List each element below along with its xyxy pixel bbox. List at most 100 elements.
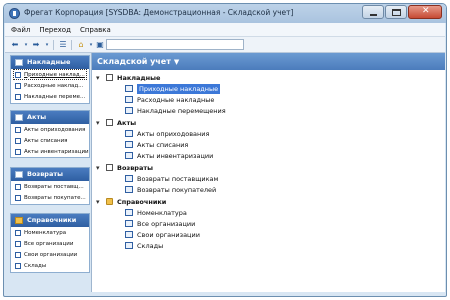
- tree-item[interactable]: Возвраты поставщикам: [125, 173, 218, 184]
- document-icon: [106, 74, 113, 81]
- tree-section[interactable]: ▾ Акты: [96, 117, 136, 128]
- tree-item[interactable]: Акты списания: [125, 139, 188, 150]
- collapse-icon[interactable]: ▾: [96, 164, 103, 172]
- tree-item-label: Расходные накладные: [137, 95, 215, 104]
- chevron-down-icon[interactable]: ▼: [174, 58, 179, 66]
- forward-dropdown-icon[interactable]: ▾: [41, 39, 53, 51]
- minimize-icon: [370, 14, 377, 16]
- nav-item[interactable]: Возвраты покупате...: [11, 192, 89, 203]
- tree-item-label: Возвраты поставщикам: [137, 174, 219, 183]
- toolbar-separator: [71, 40, 72, 50]
- nav-group-header[interactable]: Возвраты: [11, 168, 89, 181]
- menu-help[interactable]: Справка: [80, 26, 111, 34]
- nav-item-label: Акты инвентаризации: [24, 148, 89, 155]
- address-input[interactable]: [106, 39, 244, 50]
- document-icon: [15, 194, 21, 201]
- folder-icon: [106, 198, 113, 205]
- maximize-icon: [392, 9, 401, 16]
- document-icon: [125, 242, 133, 249]
- tree-section[interactable]: ▾ Накладные: [96, 72, 160, 83]
- document-icon: [15, 183, 21, 190]
- document-icon: [106, 119, 113, 126]
- tree-item-label: Все организации: [137, 219, 196, 228]
- nav-group-header[interactable]: Справочники: [11, 214, 89, 227]
- tree-item-label: Акты списания: [137, 140, 189, 149]
- tree-item-label: Возвраты покупателей: [137, 185, 217, 194]
- close-button[interactable]: ✕: [408, 5, 442, 19]
- nav-item[interactable]: Возвраты поставщ...: [11, 181, 89, 192]
- nav-item[interactable]: Акты списания: [11, 135, 89, 146]
- tree-item[interactable]: Возвраты покупателей: [125, 184, 216, 195]
- collapse-icon[interactable]: ▾: [96, 198, 103, 206]
- nav-item[interactable]: Расходные наклад...: [11, 80, 89, 91]
- nav-item-label: Свои организации: [24, 251, 78, 258]
- menu-file[interactable]: Файл: [11, 26, 30, 34]
- tree-item[interactable]: Склады: [125, 240, 163, 251]
- list-view-icon[interactable]: ☰: [57, 39, 69, 51]
- nav-item-label: Склады: [24, 262, 47, 269]
- collapse-icon[interactable]: ▾: [96, 74, 103, 82]
- nav-group-header[interactable]: Акты: [11, 111, 89, 124]
- tree-item[interactable]: Акты оприходования: [125, 128, 209, 139]
- nav-group-returns: Возвраты Возвраты поставщ... Возвраты по…: [10, 167, 90, 205]
- document-icon: [15, 262, 21, 269]
- document-icon: [15, 126, 21, 133]
- minimize-button[interactable]: [362, 5, 384, 19]
- document-icon: [125, 96, 133, 103]
- nav-group-directories: Справочники Номенклатура Все организации…: [10, 213, 90, 273]
- nav-item-label: Акты оприходования: [24, 126, 86, 133]
- nav-item[interactable]: Накладные переме...: [11, 91, 89, 102]
- nav-item-label: Возвраты поставщ...: [24, 183, 84, 190]
- tree-section-title: Акты: [117, 118, 137, 127]
- tree-section-title: Возвраты: [117, 163, 153, 172]
- tree-item-label: Накладные перемещения: [137, 106, 226, 115]
- nav-group-header[interactable]: Накладные: [11, 56, 89, 69]
- menu-navigate[interactable]: Переход: [39, 26, 71, 34]
- document-icon: [125, 209, 133, 216]
- panel-icon[interactable]: ▣: [94, 39, 106, 51]
- app-icon[interactable]: [9, 8, 20, 19]
- document-icon: [125, 175, 133, 182]
- tree-section-title: Справочники: [117, 197, 167, 206]
- nav-item-label: Все организации: [24, 240, 74, 247]
- tree-item[interactable]: Свои организации: [125, 229, 200, 240]
- document-icon: [15, 93, 21, 100]
- document-icon: [125, 152, 133, 159]
- nav-group-title: Возвраты: [27, 170, 63, 178]
- document-icon: [15, 171, 23, 178]
- document-icon: [15, 71, 21, 78]
- tree-section[interactable]: ▾ Возвраты: [96, 162, 153, 173]
- document-icon: [15, 229, 21, 236]
- tree-item[interactable]: Номенклатура: [125, 207, 187, 218]
- tree-item[interactable]: Все организации: [125, 218, 195, 229]
- tree-item-label: Приходные накладные: [137, 83, 221, 94]
- title-bar[interactable]: Фрегат Корпорация [SYSDBA: Демонстрацион…: [4, 4, 446, 23]
- document-icon: [106, 164, 113, 171]
- nav-item[interactable]: Акты инвентаризации: [11, 146, 89, 157]
- tree-section[interactable]: ▾ Справочники: [96, 196, 166, 207]
- tree-section-title: Накладные: [117, 73, 161, 82]
- document-icon: [15, 137, 21, 144]
- main-header[interactable]: Складской учет ▼: [92, 53, 445, 70]
- main-panel: Складской учет ▼ ▾ Накладные Приходные нак…: [91, 53, 445, 292]
- tree-item[interactable]: Расходные накладные: [125, 94, 214, 105]
- toolbar: ⬅ ▾ ➡ ▾ ☰ ⌂ ▾ ▣: [5, 37, 445, 53]
- nav-item[interactable]: Склады: [11, 260, 89, 271]
- tree-item[interactable]: Накладные перемещения: [125, 105, 226, 116]
- nav-item[interactable]: Номенклатура: [11, 227, 89, 238]
- maximize-button[interactable]: [385, 5, 407, 19]
- tree-item-label: Склады: [137, 241, 164, 250]
- window-controls: ✕: [362, 5, 442, 19]
- nav-item[interactable]: Свои организации: [11, 249, 89, 260]
- main-title: Складской учет: [97, 57, 171, 66]
- document-icon: [125, 141, 133, 148]
- collapse-icon[interactable]: ▾: [96, 119, 103, 127]
- nav-item-label: Накладные переме...: [24, 93, 86, 100]
- nav-item-label: Номенклатура: [24, 229, 67, 236]
- nav-group-title: Акты: [27, 113, 47, 121]
- nav-item[interactable]: Приходные наклад...: [11, 69, 89, 80]
- tree-item[interactable]: Приходные накладные: [125, 83, 221, 94]
- nav-item[interactable]: Все организации: [11, 238, 89, 249]
- tree-item[interactable]: Акты инвентаризации: [125, 150, 213, 161]
- nav-item[interactable]: Акты оприходования: [11, 124, 89, 135]
